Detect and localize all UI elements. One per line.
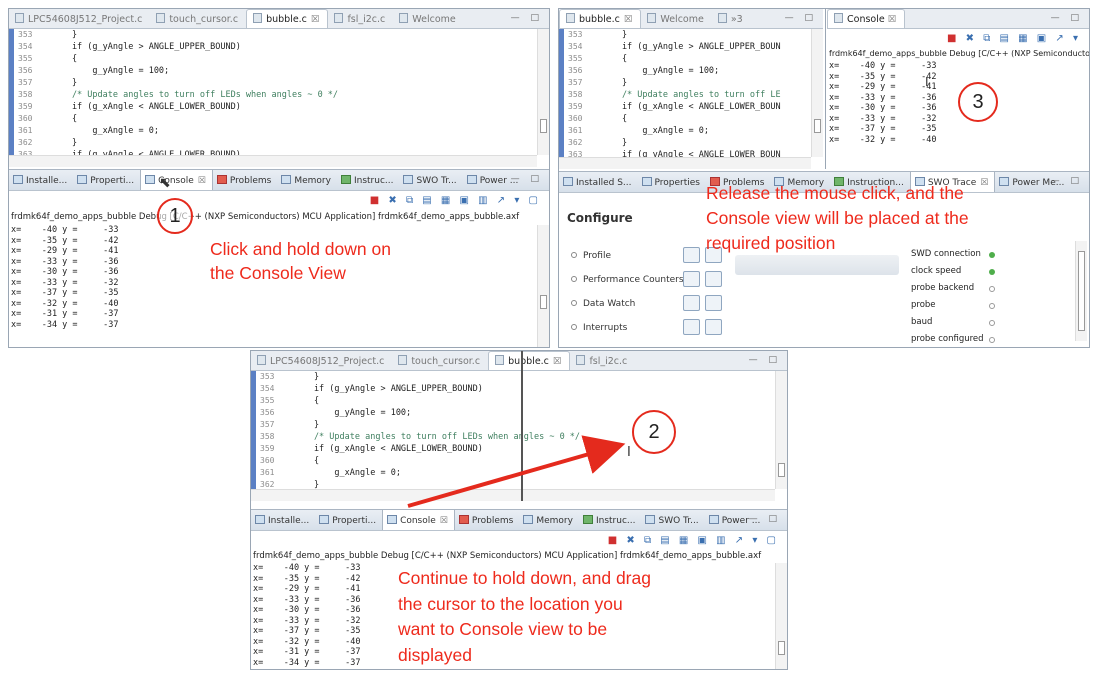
drag-arrow bbox=[407, 435, 626, 508]
